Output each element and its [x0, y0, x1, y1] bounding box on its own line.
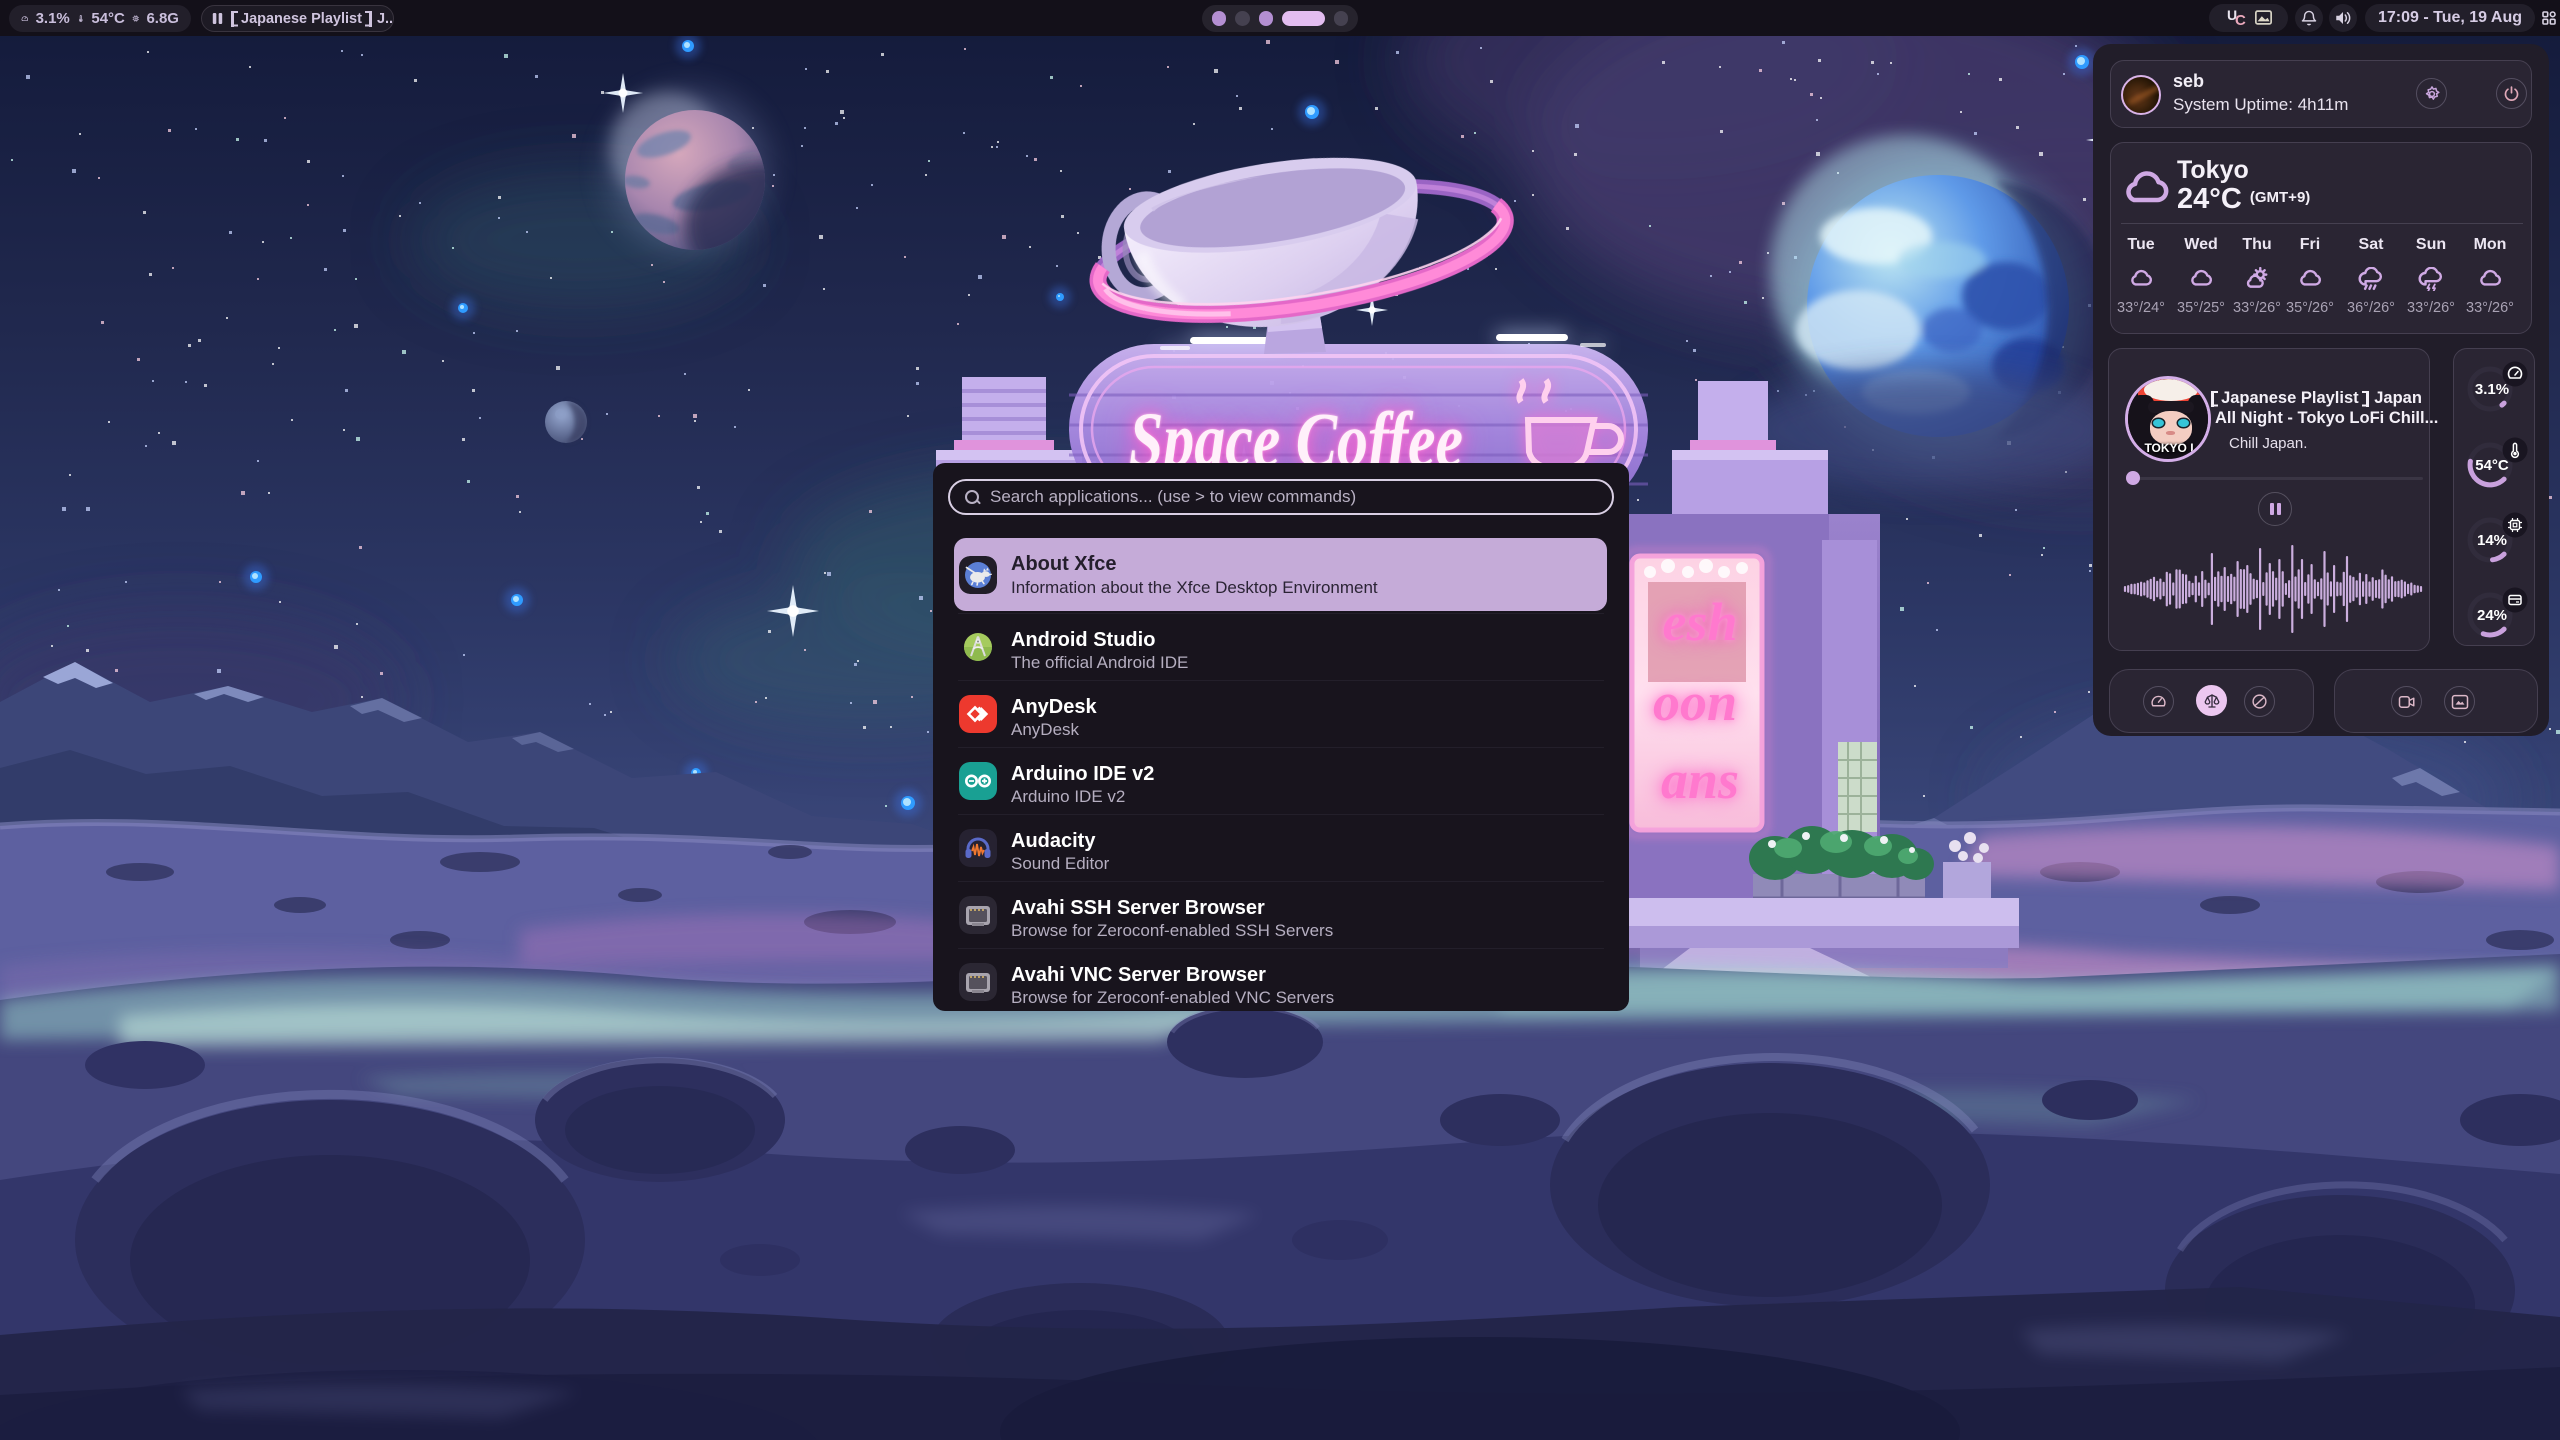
svg-text:54°C: 54°C [2475, 457, 2509, 474]
svg-text:14%: 14% [2477, 532, 2507, 549]
svg-text:ans: ans [1661, 750, 1739, 810]
svg-text:24%: 24% [2477, 607, 2507, 624]
svg-text:3.1%: 3.1% [2475, 381, 2509, 398]
svg-text:esh: esh [1662, 592, 1737, 652]
svg-text:oon: oon [1653, 672, 1737, 732]
